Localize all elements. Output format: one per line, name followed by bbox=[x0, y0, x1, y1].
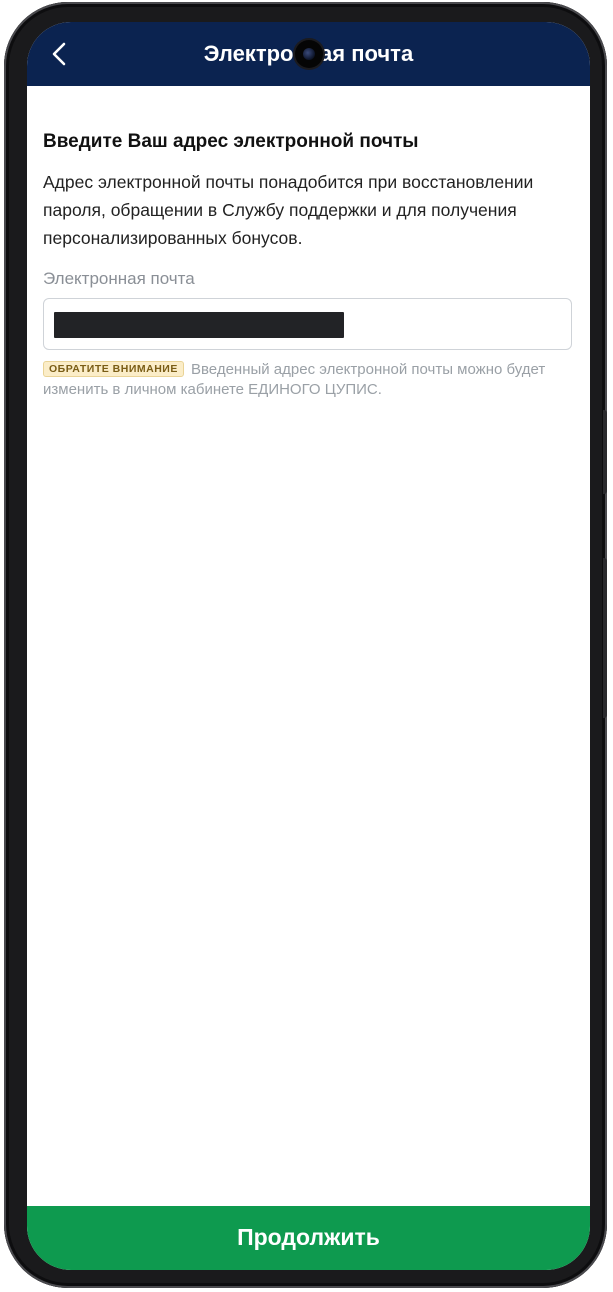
email-value-redacted bbox=[54, 312, 344, 338]
front-camera bbox=[295, 40, 323, 68]
phone-frame: Электронная почта Введите Ваш адрес элек… bbox=[4, 2, 607, 1288]
power-button bbox=[603, 558, 607, 718]
email-field-label: Электронная почта bbox=[43, 269, 195, 288]
form-heading: Введите Ваш адрес электронной почты bbox=[43, 131, 419, 152]
main-content: Введите Ваш адрес электронной почты Адре… bbox=[43, 130, 572, 400]
volume-button bbox=[603, 410, 607, 494]
email-note: ОБРАТИТЕ ВНИМАНИЕ Введенный адрес электр… bbox=[43, 360, 572, 400]
continue-button[interactable]: Продолжить bbox=[27, 1206, 590, 1270]
app-screen: Электронная почта Введите Ваш адрес элек… bbox=[27, 22, 590, 1270]
form-description: Адрес электронной почты понадобится при … bbox=[43, 172, 534, 248]
email-field[interactable] bbox=[43, 298, 572, 350]
attention-badge: ОБРАТИТЕ ВНИМАНИЕ bbox=[43, 361, 184, 377]
